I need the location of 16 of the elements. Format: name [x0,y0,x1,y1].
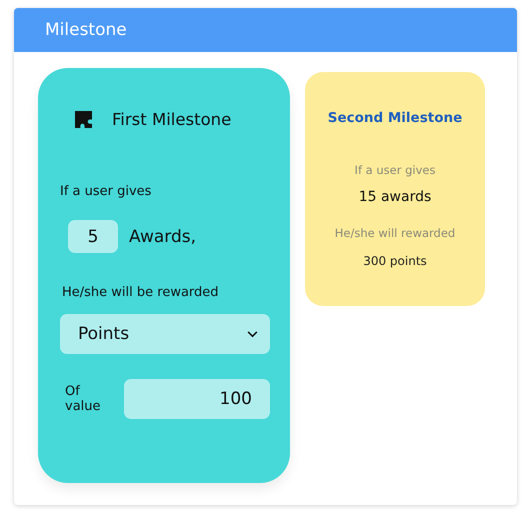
value-field[interactable]: 100 [124,379,270,419]
value-label: Of value [65,384,102,414]
condition-label: If a user gives [354,163,436,177]
awards-count-field[interactable]: 5 [68,220,118,253]
awards-label: Awards, [129,226,196,246]
condition-label: If a user gives [60,184,152,199]
awards-text: 15 awards [358,189,432,205]
card-title: First Milestone [112,110,232,129]
reward-label: He/she will be rewarded [61,285,220,300]
puzzle-icon [75,111,92,128]
reward-type-dropdown[interactable]: Points [60,314,270,354]
chevron-down-icon [247,330,258,338]
window-title: Milestone [45,20,127,40]
reward-text: 300 points [363,254,427,268]
card-title: Second Milestone [328,110,462,126]
reward-label: He/she will rewarded [334,226,456,240]
